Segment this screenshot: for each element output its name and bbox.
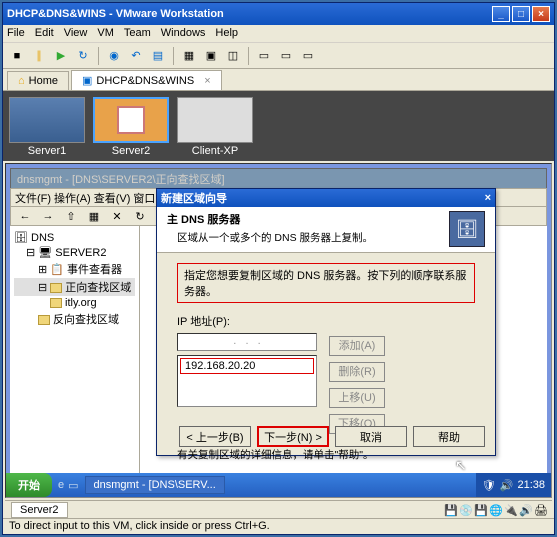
thumb-clientxp[interactable]: Client-XP	[177, 97, 253, 155]
ip-input[interactable]: . . .	[177, 333, 317, 351]
appliance-icon[interactable]: ▭	[276, 46, 296, 66]
vmware-titlebar[interactable]: DHCP&DNS&WINS - VMware Workstation _ □ ×	[3, 3, 554, 25]
close-button[interactable]: ×	[532, 6, 550, 22]
vmware-tabbar: ⌂Home ▣DHCP&DNS&WINS×	[3, 69, 554, 91]
wizard-close-icon[interactable]: ×	[485, 192, 491, 204]
help-button[interactable]: 帮助	[413, 426, 485, 447]
status-text: To direct input to this VM, click inside…	[9, 520, 270, 532]
device-sound-icon[interactable]: 🔊	[519, 504, 531, 516]
ip-list-item[interactable]: 192.168.20.20	[180, 358, 314, 374]
footer-tab[interactable]: Server2	[11, 502, 68, 518]
tray-clock: 21:38	[517, 479, 545, 491]
suspend-icon[interactable]: ∥	[29, 46, 49, 66]
server-icon: 🗄	[449, 211, 485, 247]
tab-close-icon[interactable]: ×	[204, 75, 210, 87]
delete-icon[interactable]: ✕	[107, 206, 127, 226]
taskbar-task[interactable]: dnsmgmt - [DNS\SERV...	[85, 476, 225, 494]
tree-events[interactable]: ⊞ 📋 事件查看器	[14, 260, 135, 278]
wizard-header: 主 DNS 服务器 区域从一个或多个的 DNS 服务器上复制。 🗄	[157, 207, 495, 253]
up-button[interactable]: 上移(U)	[329, 388, 385, 408]
device-usb-icon[interactable]: 🔌	[504, 504, 516, 516]
snapshot-icon[interactable]: ◉	[104, 46, 124, 66]
menu-windows[interactable]: Windows	[161, 27, 206, 40]
snapshot-mgr-icon[interactable]: ▤	[148, 46, 168, 66]
xp-taskbar: 开始 e ▭ dnsmgmt - [DNS\SERV... 🛡 🔊 21:38	[6, 473, 551, 497]
wizard-titlebar[interactable]: 新建区域向导 ×	[157, 189, 495, 207]
thumb-server2[interactable]: Server2	[93, 97, 169, 155]
revert-icon[interactable]: ↶	[126, 46, 146, 66]
tree-root[interactable]: 🗄 DNS	[14, 230, 135, 245]
ql-desktop-icon[interactable]: ▭	[68, 479, 78, 492]
dnsmgmt-title: dnsmgmt - [DNS\SERVER2\正向查找区域]	[17, 171, 225, 187]
menu-file[interactable]: File	[7, 27, 25, 40]
power-off-icon[interactable]: ■	[7, 46, 27, 66]
tab-home[interactable]: ⌂Home	[7, 71, 69, 90]
tree-reverse[interactable]: 反向查找区域	[14, 310, 135, 328]
vmware-menubar: File Edit View VM Team Windows Help	[3, 25, 554, 43]
back-icon[interactable]: ←	[15, 206, 35, 226]
vmware-statusbar: To direct input to this VM, click inside…	[3, 518, 554, 534]
refresh-icon[interactable]: ↻	[130, 206, 150, 226]
view-icon[interactable]: ▦	[179, 46, 199, 66]
wizard-hdr-sub: 区域从一个或多个的 DNS 服务器上复制。	[167, 230, 449, 245]
start-button[interactable]: 开始	[6, 473, 52, 497]
dnsmgmt-titlebar[interactable]: dnsmgmt - [DNS\SERVER2\正向查找区域]	[11, 169, 546, 189]
menu-edit[interactable]: Edit	[35, 27, 54, 40]
menu-view[interactable]: View	[64, 27, 88, 40]
guest-screen[interactable]: dnsmgmt - [DNS\SERVER2\正向查找区域] 文件(F) 操作(…	[5, 163, 552, 498]
tray-icon2[interactable]: 🔊	[500, 479, 514, 492]
ip-label: IP 地址(P):	[177, 313, 475, 329]
maximize-button[interactable]: □	[512, 6, 530, 22]
vmware-title: DHCP&DNS&WINS - VMware Workstation	[7, 8, 224, 20]
device-printer-icon[interactable]: 🖨	[534, 504, 546, 516]
wizard-footer: < 上一步(B) 下一步(N) > 取消 帮助	[157, 426, 485, 447]
reset-icon[interactable]: ↻	[73, 46, 93, 66]
thumb-server1[interactable]: Server1	[9, 97, 85, 155]
ql-ie-icon[interactable]: e	[58, 479, 64, 491]
dns-menu-action[interactable]: 操作(A)	[54, 190, 91, 206]
tree-server[interactable]: ⊟ 🖥 SERVER2	[14, 245, 135, 260]
minimize-button[interactable]: _	[492, 6, 510, 22]
power-on-icon[interactable]: ▶	[51, 46, 71, 66]
wizard-help-text: 有关复制区域的详细信息，请单击"帮助"。	[177, 447, 475, 462]
device-hdd-icon[interactable]: 💾	[444, 504, 456, 516]
tray-icon[interactable]: 🛡	[482, 479, 496, 492]
vmware-toolbar: ■ ∥ ▶ ↻ ◉ ↶ ▤ ▦ ▣ ◫ ▭ ▭ ▭	[3, 43, 554, 69]
tab-home-label: Home	[29, 75, 58, 87]
vmware-footer-tabs: Server2 💾 💿 💾 🌐 🔌 🔊 🖨	[5, 500, 552, 518]
unity-icon[interactable]: ◫	[223, 46, 243, 66]
menu-vm[interactable]: VM	[97, 27, 114, 40]
dns-menu-file[interactable]: 文件(F)	[15, 190, 51, 206]
wizard-instruction: 指定您想要复制区域的 DNS 服务器。按下列的顺序联系服务器。	[177, 263, 475, 303]
back-button[interactable]: < 上一步(B)	[179, 426, 251, 447]
props-icon[interactable]: ▦	[84, 206, 104, 226]
menu-help[interactable]: Help	[215, 27, 238, 40]
system-tray[interactable]: 🛡 🔊 21:38	[476, 473, 551, 497]
device-floppy-icon[interactable]: 💾	[474, 504, 486, 516]
vmware-window: DHCP&DNS&WINS - VMware Workstation _ □ ×…	[2, 2, 555, 535]
cancel-button[interactable]: 取消	[335, 426, 407, 447]
wizard-hdr-title: 主 DNS 服务器	[167, 211, 449, 227]
dns-menu-view[interactable]: 查看(V)	[94, 190, 131, 206]
device-cd-icon[interactable]: 💿	[459, 504, 471, 516]
tree-forward[interactable]: ⊟ 正向查找区域	[14, 278, 135, 296]
tab-active[interactable]: ▣DHCP&DNS&WINS×	[71, 70, 222, 90]
device-net-icon[interactable]: 🌐	[489, 504, 501, 516]
fullscreen-icon[interactable]: ▣	[201, 46, 221, 66]
summary-icon[interactable]: ▭	[254, 46, 274, 66]
next-button[interactable]: 下一步(N) >	[257, 426, 329, 447]
up-icon[interactable]: ⇧	[61, 206, 81, 226]
tree-zone[interactable]: itly.org	[14, 296, 135, 310]
thumbnail-bar: Server1 Server2 Client-XP	[3, 91, 554, 161]
wizard-title: 新建区域向导	[161, 190, 227, 206]
console-icon[interactable]: ▭	[298, 46, 318, 66]
new-zone-wizard: 新建区域向导 × 主 DNS 服务器 区域从一个或多个的 DNS 服务器上复制。…	[156, 188, 496, 456]
add-button[interactable]: 添加(A)	[329, 336, 385, 356]
dns-tree[interactable]: 🗄 DNS ⊟ 🖥 SERVER2 ⊞ 📋 事件查看器 ⊟ 正向查找区域 itl…	[10, 226, 140, 473]
menu-team[interactable]: Team	[124, 27, 151, 40]
delete-button[interactable]: 删除(R)	[329, 362, 385, 382]
ip-listbox[interactable]: 192.168.20.20	[177, 355, 317, 407]
tab-active-label: DHCP&DNS&WINS	[96, 75, 194, 87]
fwd-icon[interactable]: →	[38, 206, 58, 226]
